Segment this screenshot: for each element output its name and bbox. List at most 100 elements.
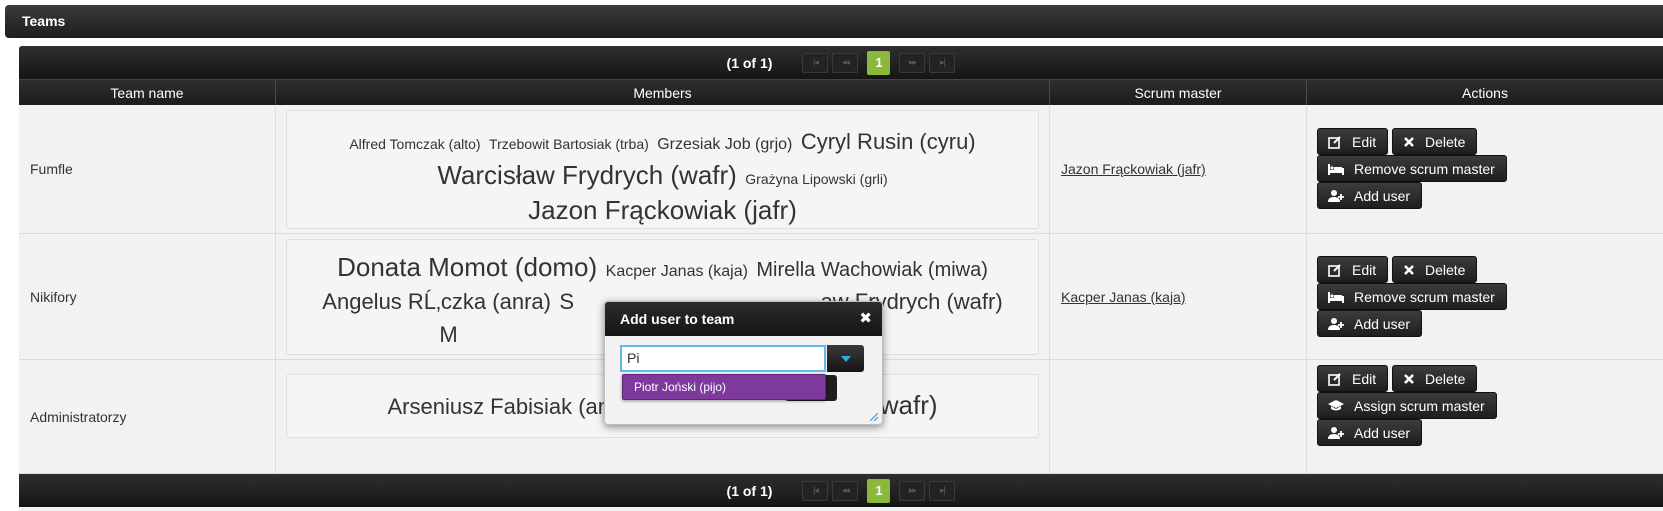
graduation-cap-icon xyxy=(1328,399,1344,410)
member-tag[interactable]: Angelus RĹ‚czka (anra) xyxy=(322,289,551,314)
delete-button[interactable]: Delete xyxy=(1392,128,1478,155)
dialog-titlebar[interactable]: Add user to team ✖ xyxy=(605,302,882,336)
edit-label: Edit xyxy=(1352,370,1377,387)
paginator-bottom: (1 of 1) |◂ ◂◂ 1 ▸▸ ▸| xyxy=(19,474,1663,507)
actions-cell: Edit Delete Assign scrum master Add user xyxy=(1307,360,1663,473)
add-user-icon xyxy=(1328,426,1344,439)
first-page-button[interactable]: |◂ xyxy=(802,52,829,73)
edit-label: Edit xyxy=(1352,133,1377,150)
scrum-master-cell xyxy=(1050,360,1307,473)
page-info: (1 of 1) xyxy=(726,54,773,71)
edit-icon xyxy=(1328,263,1341,277)
page-number-button[interactable]: 1 xyxy=(867,478,891,503)
column-header-actions: Actions xyxy=(1307,79,1663,105)
add-user-label: Add user xyxy=(1354,315,1411,332)
add-user-label: Add user xyxy=(1354,424,1411,441)
column-label: Actions xyxy=(1462,84,1508,101)
dialog-title: Add user to team xyxy=(620,311,735,327)
member-tag[interactable]: M xyxy=(439,322,457,347)
member-tag[interactable]: Alfred Tomczak (alto) xyxy=(349,136,480,152)
user-autocomplete-input[interactable]: Pi xyxy=(620,345,826,372)
delete-icon xyxy=(1404,264,1414,275)
add-user-icon xyxy=(1328,189,1344,202)
chevron-down-icon xyxy=(840,355,851,362)
member-tag[interactable]: Trzebowit Bartosiak (trba) xyxy=(489,136,649,152)
last-page-button[interactable]: ▸| xyxy=(929,480,956,501)
column-header-team-name: Team name xyxy=(19,79,276,105)
resize-grip-icon[interactable] xyxy=(870,413,878,421)
scrum-master-cell: Kacper Janas (kaja) xyxy=(1050,234,1307,359)
close-icon[interactable]: ✖ xyxy=(859,302,872,336)
member-tag[interactable]: Arseniusz Fabisiak (ana) xyxy=(387,394,629,419)
teams-table: (1 of 1) |◂ ◂◂ 1 ▸▸ ▸| Team name Members… xyxy=(19,46,1663,511)
member-tag[interactable]: Grażyna Lipowski (grli) xyxy=(745,171,887,187)
edit-label: Edit xyxy=(1352,261,1377,278)
delete-button[interactable]: Delete xyxy=(1392,256,1478,283)
edit-button[interactable]: Edit xyxy=(1317,256,1389,283)
member-tag[interactable]: Jazon Frąckowiak (jafr) xyxy=(528,195,797,225)
add-user-button[interactable]: Add user xyxy=(1317,419,1423,446)
team-name: Administratorzy xyxy=(30,408,127,425)
panel-header: Teams xyxy=(5,5,1663,38)
delete-label: Delete xyxy=(1425,133,1466,150)
next-page-button[interactable]: ▸▸ xyxy=(899,480,926,501)
page-number-button[interactable]: 1 xyxy=(867,50,891,75)
members-cell: Alfred Tomczak (alto) Trzebowit Bartosia… xyxy=(276,105,1050,233)
scrum-master-link[interactable]: Jazon Frąckowiak (jafr) xyxy=(1061,161,1206,177)
prev-page-button[interactable]: ◂◂ xyxy=(832,52,859,73)
autocomplete-dropdown-button[interactable] xyxy=(827,345,864,372)
last-page-button[interactable]: ▸| xyxy=(929,52,956,73)
delete-button[interactable]: Delete xyxy=(1392,365,1478,392)
edit-icon xyxy=(1328,372,1341,386)
team-name-cell: Nikifory xyxy=(19,234,276,359)
remove-scrum-master-button[interactable]: Remove scrum master xyxy=(1317,155,1507,182)
remove-scrum-master-button[interactable]: Remove scrum master xyxy=(1317,283,1507,310)
member-tag[interactable]: Cyryl Rusin (cyru) xyxy=(801,129,976,154)
actions-cell: Edit Delete Remove scrum master Add user xyxy=(1307,105,1663,233)
first-page-button[interactable]: |◂ xyxy=(802,480,829,501)
team-name: Nikifory xyxy=(30,288,77,305)
add-user-button[interactable]: Add user xyxy=(1317,182,1423,209)
bed-icon xyxy=(1328,163,1344,175)
scrum-label: Remove scrum master xyxy=(1354,160,1495,177)
team-name-cell: Fumfle xyxy=(19,105,276,233)
add-user-button[interactable]: Add user xyxy=(1317,310,1423,337)
member-tag[interactable]: Grzesiak Job (grjo) xyxy=(657,136,792,153)
delete-label: Delete xyxy=(1425,370,1466,387)
scrum-label: Assign scrum master xyxy=(1354,397,1485,414)
edit-button[interactable]: Edit xyxy=(1317,365,1389,392)
add-user-label: Add user xyxy=(1354,187,1411,204)
scrum-master-cell: Jazon Frąckowiak (jafr) xyxy=(1050,105,1307,233)
member-tag[interactable]: Donata Momot (domo) xyxy=(337,252,597,282)
delete-icon xyxy=(1404,136,1414,147)
edit-button[interactable]: Edit xyxy=(1317,128,1389,155)
assign-scrum-master-button[interactable]: Assign scrum master xyxy=(1317,392,1497,419)
scrum-label: Remove scrum master xyxy=(1354,288,1495,305)
edit-icon xyxy=(1328,135,1341,149)
member-tag[interactable]: Warcisław Frydrych (wafr) xyxy=(437,160,736,190)
team-name: Fumfle xyxy=(30,161,73,177)
column-header-members: Members xyxy=(276,79,1050,105)
add-user-icon xyxy=(1328,317,1344,330)
next-page-button[interactable]: ▸▸ xyxy=(899,52,926,73)
members-cloud: Alfred Tomczak (alto) Trzebowit Bartosia… xyxy=(286,110,1039,229)
panel-title: Teams xyxy=(22,13,66,29)
table-row: Fumfle Alfred Tomczak (alto) Trzebowit B… xyxy=(19,105,1663,234)
autocomplete-suggestion[interactable]: Piotr Joński (pijo) xyxy=(622,374,826,400)
add-user-dialog: Add user to team ✖ Pi Piotr Joński (pijo… xyxy=(604,301,883,425)
member-tag[interactable]: Mirella Wachowiak (miwa) xyxy=(756,259,988,281)
member-tag[interactable]: S xyxy=(559,289,574,314)
scrum-master-link[interactable]: Kacper Janas (kaja) xyxy=(1061,289,1186,305)
delete-icon xyxy=(1404,373,1414,384)
paginator-top: (1 of 1) |◂ ◂◂ 1 ▸▸ ▸| xyxy=(19,46,1663,79)
team-name-cell: Administratorzy xyxy=(19,360,276,473)
prev-page-button[interactable]: ◂◂ xyxy=(832,480,859,501)
column-label: Members xyxy=(633,84,692,101)
actions-cell: Edit Delete Remove scrum master Add user xyxy=(1307,234,1663,359)
delete-label: Delete xyxy=(1425,261,1466,278)
column-label: Scrum master xyxy=(1134,84,1222,101)
page-info: (1 of 1) xyxy=(726,482,773,499)
bed-icon xyxy=(1328,291,1344,303)
column-label: Team name xyxy=(110,84,184,101)
member-tag[interactable]: Kacper Janas (kaja) xyxy=(606,263,748,280)
